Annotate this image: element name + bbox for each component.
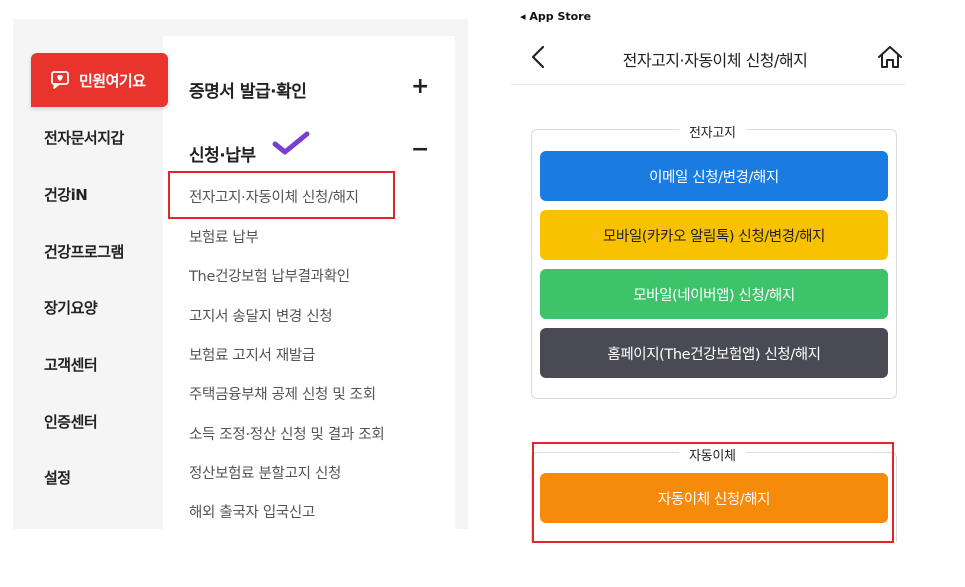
e-notice-group-label: 전자고지: [679, 122, 746, 141]
homepage-apply-button[interactable]: 홈페이지(The건강보험앱) 신청/해지: [540, 328, 888, 378]
complaint-tab[interactable]: 민원여기요: [31, 53, 168, 107]
expand-icon[interactable]: +: [411, 76, 429, 98]
nav-item-settings[interactable]: 설정: [44, 467, 71, 488]
highlight-box: [168, 171, 395, 219]
naver-apply-button-label: 모바일(네이버앱) 신청/해지: [633, 287, 795, 304]
menu-item-address-change[interactable]: 고지서 송달지 변경 신청: [189, 305, 333, 326]
nav-item-health-program[interactable]: 건강프로그램: [44, 241, 124, 262]
email-apply-button[interactable]: 이메일 신청/변경/해지: [540, 151, 888, 201]
menu-item-payment-result[interactable]: The건강보험 납부결과확인: [189, 265, 350, 286]
email-apply-button-label: 이메일 신청/변경/해지: [649, 169, 779, 186]
kakao-apply-button[interactable]: 모바일(카카오 알림톡) 신청/변경/해지: [540, 210, 888, 260]
nav-item-e-document-wallet[interactable]: 전자문서지갑: [44, 127, 124, 148]
menu-item-installment-notice[interactable]: 정산보험료 분할고지 신청: [189, 462, 341, 483]
menu-item-notice-reissue[interactable]: 보험료 고지서 재발급: [189, 344, 315, 365]
naver-apply-button[interactable]: 모바일(네이버앱) 신청/해지: [540, 269, 888, 319]
page-title: 전자고지·자동이체 신청/해지: [622, 51, 808, 70]
nav-item-certification-center[interactable]: 인증센터: [44, 411, 98, 432]
checkmark-icon: [272, 131, 310, 155]
status-bar-back[interactable]: ◂ App Store: [520, 10, 591, 23]
highlight-box-auto-transfer: [532, 442, 894, 543]
menu-item-housing-debt-deduction[interactable]: 주택금융부채 공제 신청 및 조회: [189, 383, 376, 404]
homepage-apply-button-label: 홈페이지(The건강보험앱) 신청/해지: [607, 346, 821, 363]
home-icon[interactable]: [876, 44, 904, 70]
kakao-apply-button-label: 모바일(카카오 알림톡) 신청/변경/해지: [602, 228, 825, 245]
menu-item-entry-report[interactable]: 해외 출국자 입국신고: [189, 501, 315, 522]
nav-item-health-in[interactable]: 건강iN: [44, 184, 88, 205]
collapse-icon[interactable]: −: [411, 139, 429, 161]
nav-item-long-term-care[interactable]: 장기요양: [44, 297, 98, 318]
chat-heart-icon: [49, 69, 73, 91]
header-divider: [511, 84, 905, 85]
complaint-tab-label: 민원여기요: [79, 71, 146, 90]
menu-item-premium-payment[interactable]: 보험료 납부: [189, 226, 259, 247]
section-certificate-title[interactable]: 증명서 발급·확인: [189, 77, 307, 102]
back-arrow-icon[interactable]: [529, 44, 547, 70]
section-apply-pay-title[interactable]: 신청·납부: [189, 141, 256, 166]
nav-item-customer-center[interactable]: 고객센터: [44, 354, 98, 375]
menu-item-income-adjustment[interactable]: 소득 조정·정산 신청 및 결과 조회: [189, 423, 385, 444]
